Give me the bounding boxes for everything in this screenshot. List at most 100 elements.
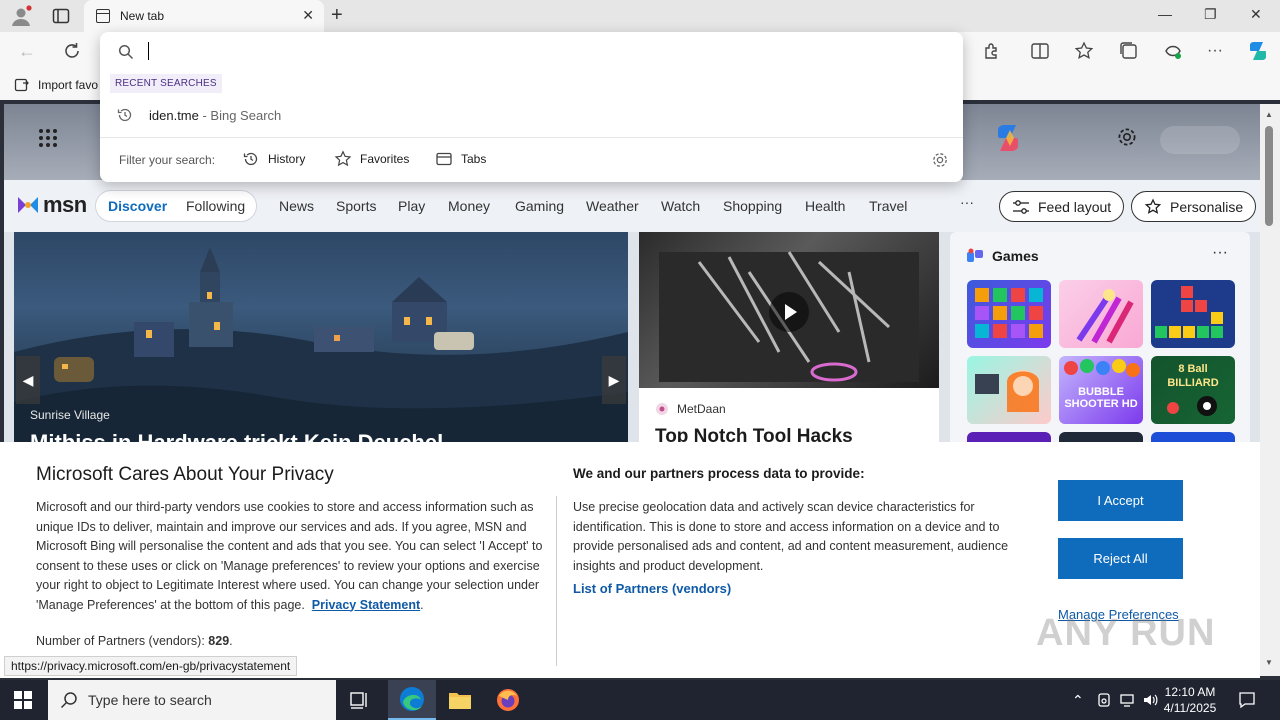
games-icon [967, 248, 983, 262]
nav-watch[interactable]: Watch [661, 198, 700, 214]
close-window-icon[interactable]: ✕ [1250, 6, 1262, 23]
back-icon[interactable]: ← [18, 41, 36, 62]
more-options-icon[interactable]: ··· [1207, 42, 1223, 60]
game-tile-story[interactable] [967, 356, 1051, 424]
accept-button[interactable]: I Accept [1058, 480, 1183, 521]
restore-icon[interactable]: ❐ [1204, 6, 1217, 23]
recent-search-item[interactable]: iden.tme - Bing Search [100, 100, 963, 130]
game-tile-billiard[interactable]: 8 Ball BILLIARD [1151, 356, 1235, 424]
history-icon [117, 108, 132, 122]
copilot-icon[interactable] [1246, 39, 1270, 63]
carousel-prev-button[interactable]: ◀ [16, 356, 40, 404]
settings-gear-icon[interactable] [931, 151, 949, 169]
feed-layout-button[interactable]: Feed layout [999, 191, 1125, 222]
scroll-up-icon[interactable]: ▲ [1265, 110, 1273, 119]
notifications-icon[interactable] [1238, 691, 1256, 709]
tab-strip: New tab ✕ + — ❐ ✕ [0, 0, 1280, 32]
game-tile-bubble-shooter[interactable]: BUBBLE SHOOTER HD [1059, 356, 1143, 424]
personalise-button[interactable]: Personalise [1131, 191, 1257, 222]
source-logo-icon [656, 403, 668, 415]
nav-play[interactable]: Play [398, 198, 425, 214]
network-icon[interactable] [1119, 692, 1135, 708]
game-tile-makeup[interactable] [1059, 280, 1143, 348]
taskbar-search-placeholder: Type here to search [88, 692, 212, 708]
nav-more-button[interactable]: ··· [960, 194, 974, 210]
recent-search-source: - Bing Search [198, 108, 282, 123]
copilot-logo-icon[interactable] [992, 124, 1024, 152]
privacy-statement-link[interactable]: Privacy Statement [312, 598, 420, 612]
extensions-icon[interactable] [982, 41, 1002, 61]
nav-shopping[interactable]: Shopping [723, 198, 782, 214]
filter-history-button[interactable]: History [242, 150, 305, 168]
game-tile-blocks[interactable] [1151, 280, 1235, 348]
blocks-image [1155, 286, 1223, 338]
taskbar-search-box[interactable]: Type here to search [48, 680, 336, 720]
filter-label: Filter your search: [119, 153, 216, 167]
tab-actions-icon[interactable] [52, 7, 70, 25]
nav-gaming[interactable]: Gaming [515, 198, 564, 214]
task-view-button[interactable] [336, 680, 384, 720]
partners-count-line: Number of Partners (vendors): 829. [36, 634, 233, 648]
msn-butterfly-icon [18, 197, 38, 213]
video-source: MetDaan [655, 402, 726, 416]
import-icon [14, 78, 29, 92]
purpose-title: We and our partners process data to prov… [573, 466, 865, 481]
nav-following[interactable]: Following [186, 198, 245, 214]
taskbar-firefox-button[interactable] [484, 680, 532, 720]
filter-tabs-button[interactable]: Tabs [435, 150, 486, 168]
privacy-body-text: Microsoft and our third-party vendors us… [36, 500, 543, 612]
nav-sports[interactable]: Sports [336, 198, 376, 214]
search-icon [60, 692, 77, 709]
taskbar-explorer-button[interactable] [436, 680, 484, 720]
billiard-ball-icon [1167, 396, 1217, 416]
new-tab-button[interactable]: + [331, 4, 343, 27]
scroll-thumb[interactable] [1265, 126, 1273, 226]
sign-in-button[interactable] [1160, 126, 1240, 154]
nav-weather[interactable]: Weather [586, 198, 639, 214]
nav-news[interactable]: News [279, 198, 314, 214]
anyrun-watermark: ANY RUN [1036, 612, 1216, 654]
taskbar-edge-button[interactable] [388, 680, 436, 720]
tray-device-icon[interactable] [1096, 692, 1112, 708]
jewels-image [975, 288, 1043, 338]
collections-icon[interactable] [1119, 41, 1139, 61]
filter-favorites-button[interactable]: Favorites [334, 150, 409, 168]
game-tile-jewels[interactable] [967, 280, 1051, 348]
page-settings-icon[interactable] [1116, 126, 1138, 148]
profile-icon[interactable] [10, 5, 32, 27]
import-favorites-button[interactable]: Import favo [14, 77, 98, 93]
nav-travel[interactable]: Travel [869, 198, 907, 214]
favorites-star-icon[interactable] [1074, 41, 1094, 61]
performance-icon[interactable] [1163, 41, 1183, 61]
vendors-list-link[interactable]: List of Partners (vendors) [573, 581, 731, 596]
search-icon [118, 44, 134, 60]
windows-start-icon[interactable] [14, 691, 32, 709]
nav-discover[interactable]: Discover [108, 198, 167, 214]
close-tab-icon[interactable]: ✕ [302, 7, 314, 24]
msn-logo[interactable]: msn [16, 192, 87, 218]
scroll-down-icon[interactable]: ▼ [1265, 658, 1273, 667]
recent-search-query: iden.tme [149, 108, 199, 123]
games-more-button[interactable]: ··· [1212, 244, 1228, 262]
system-clock[interactable]: 12:10 AM 4/11/2025 [1160, 684, 1220, 716]
play-icon[interactable] [769, 292, 809, 332]
nav-money[interactable]: Money [448, 198, 490, 214]
games-header: Games [966, 248, 1039, 264]
app-launcher-icon[interactable] [38, 128, 58, 148]
new-tab-page-icon [96, 9, 110, 23]
minimize-icon[interactable]: — [1158, 6, 1172, 22]
volume-icon[interactable] [1142, 692, 1158, 708]
msn-nav-bar: msn Discover Following News Sports Play … [4, 180, 1260, 232]
games-title: Games [992, 248, 1039, 264]
refresh-icon[interactable] [62, 41, 82, 61]
page-scrollbar[interactable]: ▲ ▼ [1260, 104, 1280, 676]
nav-health[interactable]: Health [805, 198, 845, 214]
address-input[interactable] [146, 40, 926, 62]
recent-search-text: iden.tme - Bing Search [149, 108, 281, 123]
reject-all-button[interactable]: Reject All [1058, 538, 1183, 579]
tab-new-tab[interactable]: New tab ✕ [84, 0, 324, 32]
sliders-icon [1013, 199, 1029, 214]
split-screen-icon[interactable] [1030, 41, 1050, 61]
tray-chevron-up-icon[interactable]: ⌃ [1072, 692, 1088, 708]
carousel-next-button[interactable]: ▶ [602, 356, 626, 404]
